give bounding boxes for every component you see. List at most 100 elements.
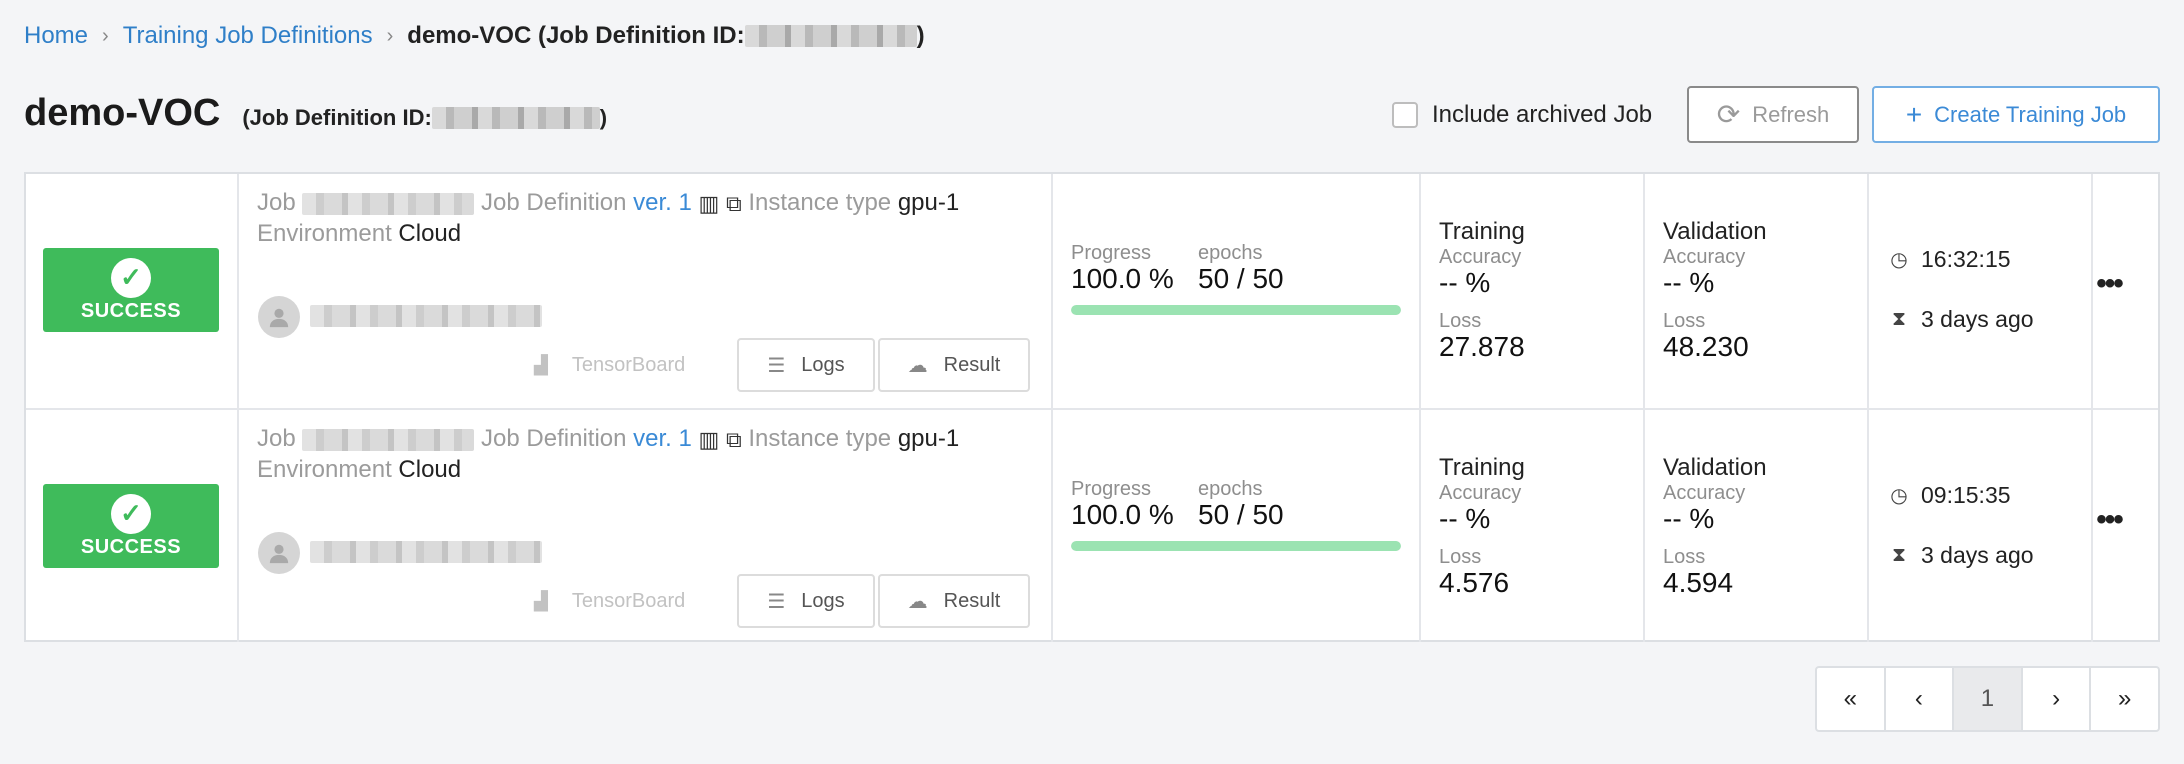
- copy-icon[interactable]: ⧉: [726, 189, 742, 219]
- user-icon: [269, 544, 289, 564]
- include-archived-label: Include archived Job: [1432, 101, 1653, 128]
- start-time: ◷ 16:32:15: [1889, 246, 2049, 273]
- version-link[interactable]: ver. 1: [633, 189, 692, 216]
- logs-button[interactable]: ☰ Logs: [737, 574, 875, 628]
- copy-icon[interactable]: ⧉: [726, 425, 742, 455]
- environment-value: Cloud: [398, 455, 462, 483]
- instance-type-value: gpu-1: [897, 189, 960, 216]
- column-divider: [1051, 410, 1053, 642]
- progress-bar: [1071, 541, 1401, 551]
- refresh-label: Refresh: [1752, 101, 1830, 127]
- start-time-value: 09:15:35: [1921, 482, 2011, 508]
- chart-icon: ▟: [534, 354, 548, 375]
- progress-value: 100.0 %: [1071, 263, 1174, 294]
- check-circle-icon: ✓: [111, 257, 151, 298]
- epochs-label: epochs: [1198, 242, 1263, 264]
- status-badge: ✓ SUCCESS: [43, 484, 219, 568]
- create-training-job-button[interactable]: + Create Training Job: [1872, 86, 2160, 143]
- page-button-current[interactable]: 1: [1952, 668, 2021, 730]
- redacted-user-name: [310, 541, 542, 563]
- last-page-button[interactable]: »: [2089, 668, 2158, 730]
- column-divider: [1419, 410, 1421, 642]
- training-label: Training: [1439, 218, 1525, 245]
- validation-label: Validation: [1663, 454, 1767, 481]
- more-icon[interactable]: •••: [2089, 269, 2129, 304]
- redacted-job-id: [302, 192, 475, 215]
- validation-label: Validation: [1663, 218, 1767, 245]
- instance-type-label: Instance type: [748, 425, 892, 452]
- validation-loss-value: 4.594: [1663, 567, 1734, 598]
- refresh-button[interactable]: ⟳ Refresh: [1687, 86, 1859, 143]
- column-divider: [1419, 174, 1421, 408]
- elapsed-value: 3 days ago: [1921, 306, 2034, 332]
- table-row: ✓ SUCCESS Job Job Definition ver. 1 ▥ ⧉ …: [26, 408, 2158, 642]
- progress-label: Progress: [1071, 478, 1152, 500]
- progress-block: Progress epochs 100.0 % 50 / 50: [1071, 478, 1401, 551]
- tensorboard-label: TensorBoard: [571, 589, 686, 612]
- validation-metrics: Validation Accuracy -- % Loss 4.594: [1663, 454, 1863, 598]
- validation-metrics: Validation Accuracy -- % Loss 48.230: [1663, 218, 1863, 362]
- training-loss-label: Loss: [1439, 546, 1482, 568]
- logs-label: Logs: [801, 353, 845, 376]
- cloud-download-icon: ☁: [907, 590, 928, 613]
- job-definition-id: (Job Definition ID: ): [242, 105, 607, 131]
- column-divider: [1867, 174, 1869, 408]
- validation-accuracy-value: -- %: [1663, 503, 1715, 534]
- page-header: demo-VOC (Job Definition ID: ): [24, 92, 607, 135]
- breadcrumb: Home › Training Job Definitions › demo-V…: [24, 20, 925, 52]
- breadcrumb-definitions[interactable]: Training Job Definitions: [123, 22, 373, 50]
- user-icon: [269, 308, 289, 328]
- result-button[interactable]: ☁ Result: [878, 338, 1030, 392]
- job-info: Job Job Definition ver. 1 ▥ ⧉ Instance t…: [257, 188, 1037, 249]
- result-label: Result: [943, 353, 1001, 376]
- columns-icon[interactable]: ▥: [699, 425, 720, 455]
- columns-icon[interactable]: ▥: [699, 189, 720, 219]
- next-page-button[interactable]: ›: [2020, 668, 2090, 730]
- job-definition-label: Job Definition: [481, 189, 627, 216]
- list-icon: ☰: [767, 590, 786, 613]
- training-loss-label: Loss: [1439, 310, 1482, 332]
- progress-bar-fill: [1071, 305, 1401, 315]
- validation-accuracy-label: Accuracy: [1663, 482, 1746, 504]
- page-title: demo-VOC: [24, 92, 221, 134]
- clock-icon: ◷: [1890, 485, 1908, 507]
- column-divider: [237, 410, 239, 642]
- chevron-right-icon: ›: [102, 24, 109, 47]
- training-accuracy-label: Accuracy: [1439, 246, 1522, 268]
- tensorboard-button[interactable]: ▟ TensorBoard: [534, 338, 685, 392]
- validation-loss-value: 48.230: [1663, 331, 1749, 362]
- first-page-button[interactable]: «: [1817, 668, 1884, 730]
- job-info: Job Job Definition ver. 1 ▥ ⧉ Instance t…: [257, 424, 1037, 485]
- result-button[interactable]: ☁ Result: [878, 574, 1030, 628]
- training-metrics: Training Accuracy -- % Loss 27.878: [1439, 218, 1639, 362]
- training-accuracy-value: -- %: [1439, 503, 1491, 534]
- include-archived-toggle[interactable]: Include archived Job: [1392, 101, 1652, 129]
- plus-icon: +: [1905, 98, 1923, 130]
- progress-label: Progress: [1071, 242, 1152, 264]
- redacted-id: [744, 25, 917, 47]
- tensorboard-button[interactable]: ▟ TensorBoard: [534, 574, 685, 628]
- breadcrumb-current-suffix: ): [916, 22, 925, 49]
- validation-accuracy-value: -- %: [1663, 267, 1715, 298]
- start-time: ◷ 09:15:35: [1889, 482, 2049, 509]
- job-definition-id-label: (Job Definition ID:: [242, 105, 432, 130]
- breadcrumb-home[interactable]: Home: [24, 22, 88, 50]
- prev-page-button[interactable]: ‹: [1883, 668, 1953, 730]
- list-icon: ☰: [767, 354, 786, 377]
- epochs-label: epochs: [1198, 478, 1263, 500]
- status-label: SUCCESS: [80, 535, 182, 558]
- elapsed-value: 3 days ago: [1921, 542, 2034, 568]
- version-link[interactable]: ver. 1: [633, 425, 692, 452]
- create-training-job-label: Create Training Job: [1934, 101, 2127, 127]
- job-definition-label: Job Definition: [481, 425, 627, 452]
- environment-value: Cloud: [398, 219, 462, 247]
- training-loss-value: 27.878: [1439, 331, 1525, 362]
- training-accuracy-label: Accuracy: [1439, 482, 1522, 504]
- logs-button[interactable]: ☰ Logs: [737, 338, 875, 392]
- pagination: « ‹ 1 › »: [1815, 666, 2160, 732]
- column-divider: [1051, 174, 1053, 408]
- refresh-icon: ⟳: [1716, 98, 1741, 130]
- include-archived-checkbox[interactable]: [1392, 102, 1418, 128]
- more-icon[interactable]: •••: [2089, 505, 2129, 540]
- elapsed: ⧗ 3 days ago: [1889, 542, 2049, 569]
